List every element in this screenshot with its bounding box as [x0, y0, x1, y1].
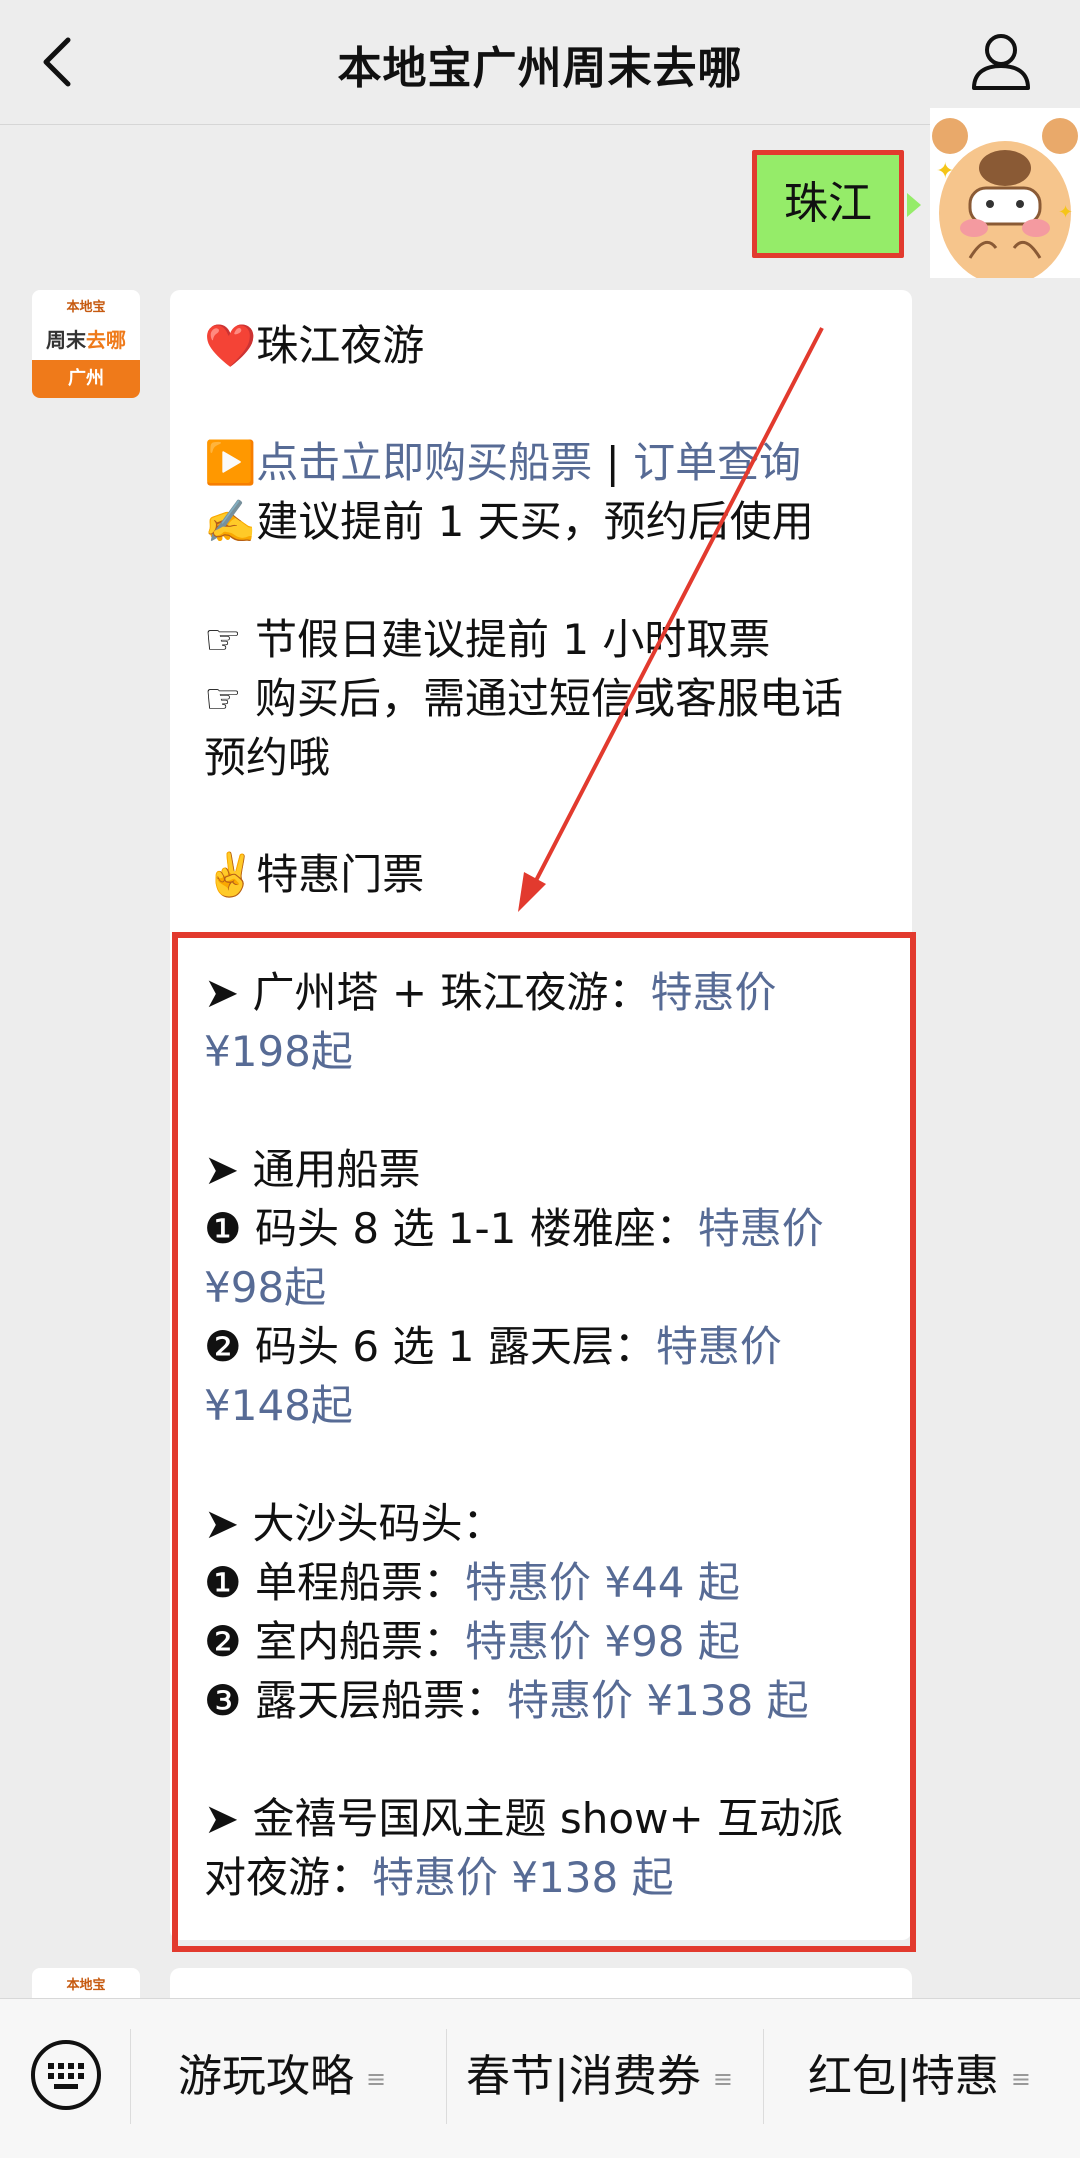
deal-item-jinxi-show: ➤ 金禧号国风主题 show+ 互动派对夜游：特惠价 ¥138 起 [204, 1789, 884, 1907]
user-avatar[interactable]: ✦ ✦ [930, 108, 1080, 278]
general-ticket-heading: ➤ 通用船票 [204, 1145, 421, 1194]
deal-item-6-piers: ❷ 码头 6 选 1 露天层：特惠价 ¥148起 [204, 1317, 884, 1435]
deal-item-8-piers: ❶ 码头 8 选 1-1 楼雅座：特惠价 ¥98起 [204, 1199, 884, 1317]
deal-heading: ✌️特惠门票 [204, 850, 425, 899]
top-nav-bar: 本地宝广州周末去哪 [0, 0, 1080, 125]
menu-lines-icon: ≡ [366, 2065, 387, 2093]
logo-top-text: 本地宝 [66, 1978, 106, 1993]
deal-item-open-deck: ❸ 露天层船票：特惠价 ¥138 起 [204, 1671, 884, 1730]
menu-lines-icon: ≡ [712, 2065, 733, 2093]
svg-text:✦: ✦ [936, 159, 954, 184]
logo-main-text: 周末去哪 [46, 328, 126, 352]
user-message-text: 珠江 [784, 178, 872, 229]
deal-label: ❷ 码头 6 选 1 露天层： [204, 1322, 656, 1371]
deal-label: ➤ 广州塔 + 珠江夜游： [204, 968, 651, 1017]
user-message-bubble[interactable]: 珠江 [752, 150, 921, 258]
menu-divider [763, 2029, 764, 2124]
account-avatar[interactable]: 本地宝 周末去哪 广州 [32, 290, 140, 398]
play-icon: ▶️ [204, 438, 257, 487]
menu-item-spring-festival[interactable]: 春节|消费券 ≡ [466, 2047, 733, 2107]
person-icon [972, 34, 1030, 90]
deal-label: ❸ 露天层船票： [204, 1676, 508, 1725]
deal-price[interactable]: 特惠价 ¥138 起 [507, 1676, 809, 1725]
bot-message-bubble: ❤️珠江夜游 ▶️点击立即购买船票 | 订单查询 ✍️建议提前 1 天买，预约后… [170, 290, 912, 1940]
svg-text:✦: ✦ [1058, 202, 1073, 223]
menu-item-red-packet-deals[interactable]: 红包|特惠 ≡ [808, 2047, 1031, 2107]
link-separator: | [592, 438, 634, 487]
dashatou-heading: ➤ 大沙头码头： [204, 1499, 505, 1548]
profile-button[interactable] [966, 26, 1036, 96]
logo-city-text: 广州 [32, 360, 140, 398]
tip-reserve: ☞ 购买后，需通过短信或客服电话预约哦 [204, 674, 844, 782]
deal-price[interactable]: 特惠价 ¥44 起 [465, 1558, 740, 1607]
buy-links-line: ▶️点击立即购买船票 | 订单查询 [204, 433, 884, 492]
menu-divider [130, 2029, 131, 2124]
deal-label: ❶ 码头 8 选 1-1 楼雅座： [204, 1204, 698, 1253]
message-title: ❤️珠江夜游 [204, 321, 425, 370]
keyboard-icon [31, 2040, 101, 2110]
page-title: 本地宝广州周末去哪 [337, 43, 743, 94]
logo-top-text: 本地宝 [66, 300, 106, 315]
deal-item-indoor: ❷ 室内船票：特惠价 ¥98 起 [204, 1612, 884, 1671]
keyboard-toggle-button[interactable] [30, 2039, 102, 2111]
menu-divider [446, 2029, 447, 2124]
menu-lines-icon: ≡ [1010, 2065, 1031, 2093]
deal-label: ❶ 单程船票： [204, 1558, 466, 1607]
deal-item-tower-night-cruise: ➤ 广州塔 + 珠江夜游：特惠价 ¥198起 [204, 963, 884, 1081]
cartoon-bear-avatar-icon: ✦ ✦ [930, 108, 1080, 278]
tip-advance: ✍️建议提前 1 天买，预约后使用 [204, 497, 814, 546]
bottom-menu-bar: 游玩攻略 ≡ 春节|消费券 ≡ 红包|特惠 ≡ [0, 1998, 1080, 2158]
menu-item-travel-guide[interactable]: 游玩攻略 ≡ [178, 2047, 386, 2107]
deal-price[interactable]: 特惠价 ¥98 起 [465, 1617, 740, 1666]
deal-label: ❷ 室内船票： [204, 1617, 466, 1666]
deal-price[interactable]: 特惠价 ¥138 起 [372, 1853, 674, 1902]
deal-item-single-trip: ❶ 单程船票：特惠价 ¥44 起 [204, 1553, 884, 1612]
tip-holiday: ☞ 节假日建议提前 1 小时取票 [204, 615, 771, 664]
buy-ticket-link[interactable]: 点击立即购买船票 [256, 438, 592, 487]
order-query-link[interactable]: 订单查询 [633, 438, 801, 487]
